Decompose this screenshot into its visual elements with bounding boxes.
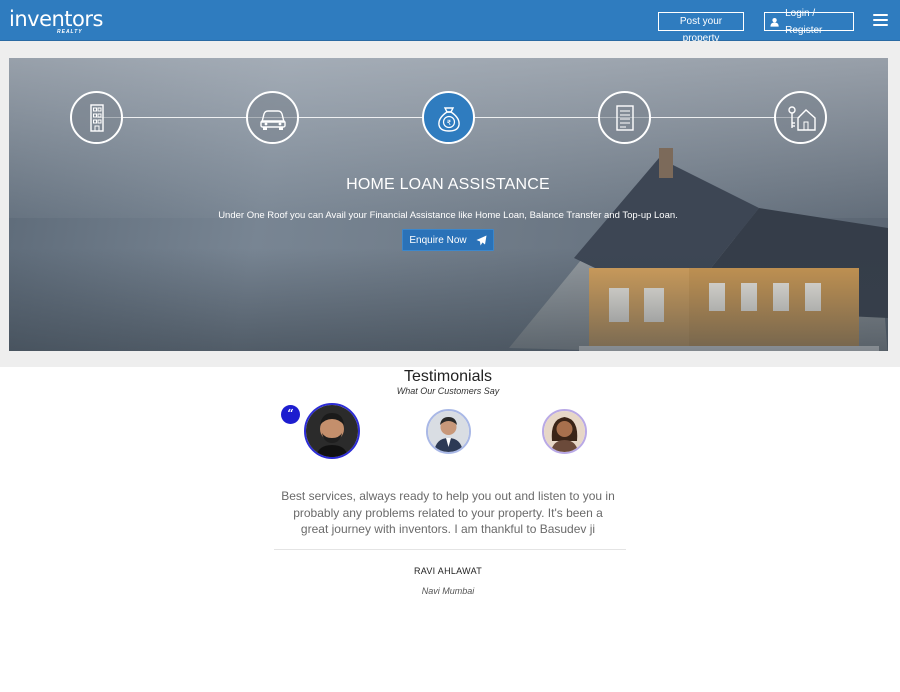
step-house-key[interactable] <box>774 91 827 144</box>
step-document[interactable] <box>598 91 651 144</box>
paper-plane-icon <box>476 235 487 245</box>
top-navbar: inventors REALTY Post your property Logi… <box>0 0 900 44</box>
car-icon <box>259 109 286 130</box>
building-icon <box>89 103 104 132</box>
logo[interactable]: inventors REALTY <box>9 7 103 36</box>
hero-subtitle: Under One Roof you can Avail your Financ… <box>218 210 678 221</box>
user-icon <box>770 17 779 27</box>
quote-icon: “ <box>281 405 300 424</box>
testimonial-location: Navi Mumbai <box>421 586 475 596</box>
house-key-icon <box>787 105 816 131</box>
post-property-button[interactable]: Post your property <box>658 12 744 44</box>
hero-banner: ₹ <box>9 58 888 351</box>
step-money-bag[interactable]: ₹ <box>422 91 475 144</box>
logo-subtext: REALTY <box>57 29 83 35</box>
document-icon <box>615 104 634 131</box>
step-car[interactable] <box>246 91 299 144</box>
testimonials-title: Testimonials <box>403 368 493 385</box>
testimonials-subtitle: What Our Customers Say <box>396 386 500 396</box>
enquire-now-label: Enquire Now <box>409 234 467 246</box>
testimonial-author: RAVI AHLAWAT <box>413 566 483 576</box>
step-building[interactable] <box>70 91 123 144</box>
testimonial-text: Best services, always ready to help you … <box>281 489 615 536</box>
login-register-button[interactable]: Login / Register <box>764 8 854 36</box>
login-register-label: Login / Register <box>785 7 823 36</box>
hero-title: HOME LOAN ASSISTANCE <box>346 176 550 193</box>
money-bag-icon: ₹ <box>437 106 460 132</box>
enquire-now-button[interactable]: Enquire Now <box>402 229 494 251</box>
avatar-customer-2[interactable] <box>426 409 471 454</box>
hamburger-icon[interactable] <box>873 14 888 26</box>
avatar-customer-3[interactable] <box>542 409 587 454</box>
testimonial-divider <box>274 549 626 550</box>
svg-text:₹: ₹ <box>446 119 451 127</box>
avatar-ravi[interactable] <box>304 403 360 459</box>
logo-text: inventors <box>9 7 103 31</box>
